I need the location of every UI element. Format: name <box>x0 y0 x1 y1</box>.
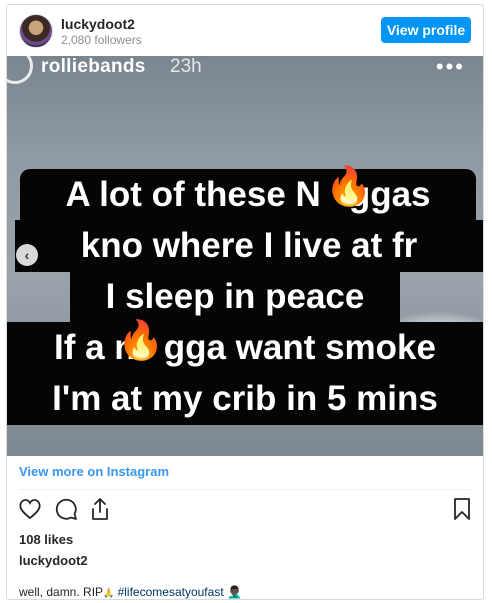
divider <box>19 489 471 490</box>
story-text-line-4: If a n gga want smoke <box>7 322 483 374</box>
caption-hashtag[interactable]: #lifecomesatyoufast <box>118 585 224 599</box>
like-count[interactable]: 108 likes <box>19 532 73 547</box>
previous-arrow-icon[interactable]: ‹ <box>16 244 38 266</box>
caption-text: well, damn. RIP <box>19 585 104 599</box>
story-avatar-ring <box>7 56 33 84</box>
view-profile-button[interactable]: View profile <box>381 17 471 43</box>
avatar[interactable] <box>19 14 53 48</box>
post-header: luckydoot2 2,080 followers View profile <box>7 5 483 55</box>
story-text-line-1: A lot of these Nggas <box>20 169 476 221</box>
bookmark-icon[interactable] <box>449 496 475 522</box>
caption-username[interactable]: luckydoot2 <box>19 553 88 568</box>
story-text-line-5: I'm at my crib in 5 mins <box>7 373 483 425</box>
action-bar <box>17 496 477 526</box>
view-more-link[interactable]: View more on Instagram <box>19 464 169 479</box>
story-text-line-2: kno where I live at fr <box>15 220 483 272</box>
story-text-segment: I'm at my crib in 5 mins <box>52 379 438 418</box>
story-username: rolliebands <box>41 56 146 77</box>
header-username[interactable]: luckydoot2 <box>61 16 135 32</box>
story-text-segment: gga want smoke <box>163 328 436 367</box>
pray-emoji-icon: 🙏 <box>103 588 115 598</box>
fire-emoji-icon: 🔥 <box>117 320 165 362</box>
heart-icon[interactable] <box>17 496 43 522</box>
post-image[interactable]: rolliebands 23h ••• A lot of these Nggas… <box>7 56 483 456</box>
fire-emoji-icon: 🔥 <box>325 166 373 208</box>
more-options-icon: ••• <box>435 56 465 79</box>
story-timestamp: 23h <box>170 56 202 77</box>
story-text-line-3: I sleep in peace <box>70 271 400 323</box>
facepalm-emoji-icon: 🤦🏿‍♂️ <box>227 585 242 599</box>
follower-count: 2,080 followers <box>61 33 142 47</box>
post-caption: well, damn. RIP🙏 #lifecomesatyoufast 🤦🏿‍… <box>19 585 242 599</box>
story-text-segment: A lot of these N <box>65 175 321 214</box>
story-text-segment: I sleep in peace <box>105 277 365 316</box>
story-text-segment: kno where I live at fr <box>80 226 418 265</box>
comment-icon[interactable] <box>53 496 79 522</box>
share-icon[interactable] <box>87 496 113 522</box>
instagram-embed: luckydoot2 2,080 followers View profile … <box>6 4 484 600</box>
